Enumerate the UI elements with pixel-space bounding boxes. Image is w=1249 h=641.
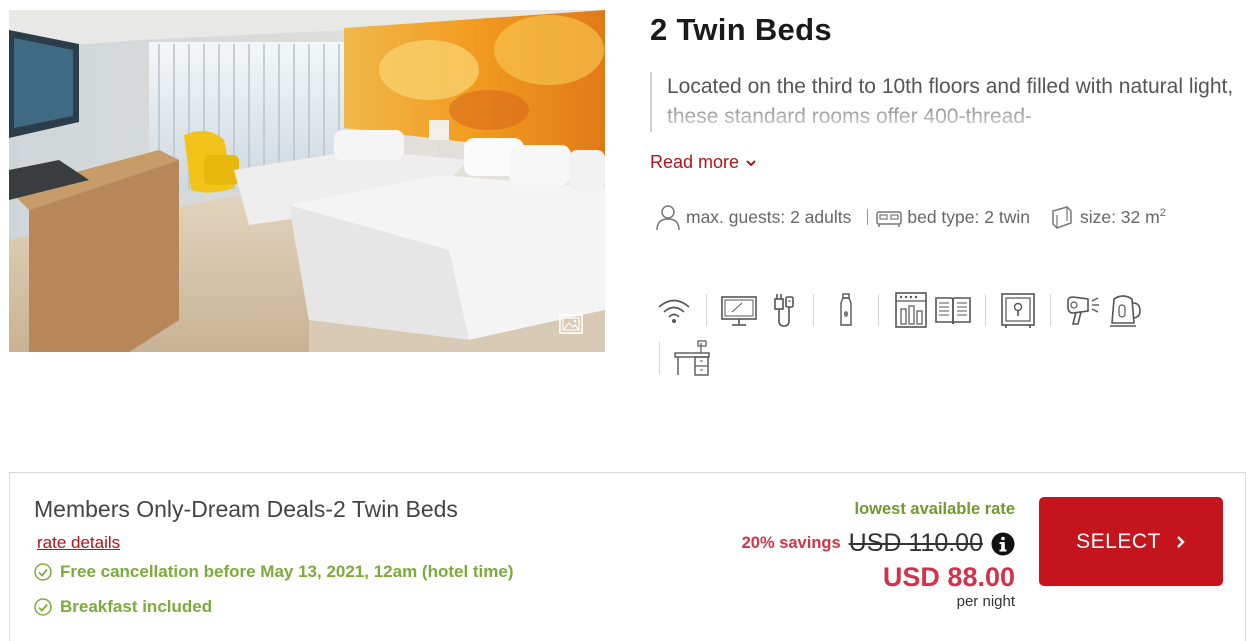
amenity-divider: [813, 294, 814, 326]
desk-icon: [674, 340, 710, 376]
chevron-down-icon: [746, 159, 756, 166]
lowest-rate-label: lowest available rate: [854, 500, 1016, 518]
check-circle-icon: [34, 598, 52, 616]
amenity-kettle: [1104, 290, 1146, 330]
select-button[interactable]: SELECT: [1039, 497, 1223, 586]
tv-icon: [721, 296, 757, 326]
amenity-water: [825, 290, 867, 330]
bed-icon: [876, 211, 903, 227]
per-night-label: per night: [956, 593, 1015, 610]
amenity-safe: [997, 290, 1039, 330]
original-price: USD 110.00: [848, 529, 983, 557]
perk-free-cancellation: Free cancellation before May 13, 2021, 1…: [34, 562, 514, 582]
info-icon[interactable]: [991, 532, 1015, 556]
amenity-desk: [671, 338, 713, 378]
spec-guests: max. guests: 2 adults: [655, 203, 851, 231]
wifi-icon: [658, 299, 690, 323]
book-icon: [935, 297, 971, 325]
rate-name: Members Only-Dream Deals-2 Twin Beds: [34, 496, 458, 522]
hair-dryer-icon: [1067, 296, 1099, 325]
amenities-list: [653, 288, 1213, 380]
spec-spacer: [1040, 209, 1041, 225]
perk-label: Breakfast included: [60, 597, 213, 616]
savings-line: 20% savings USD 110.00: [742, 529, 1015, 558]
amenity-divider: [878, 294, 879, 326]
amenity-hair-dryer: [1062, 290, 1104, 330]
person-icon: [656, 205, 680, 231]
amenity-tv: [718, 290, 760, 330]
amenity-divider: [659, 342, 660, 374]
perk-label: Free cancellation before May 13, 2021, 1…: [60, 562, 514, 581]
current-price: USD 88.00: [882, 562, 1015, 592]
amenity-divider: [1050, 294, 1051, 326]
charger-icon: [774, 294, 794, 327]
spec-size-label: size: 32 m2: [1080, 207, 1166, 228]
room-specs: max. guests: 2 adults bed type: 2 twin s…: [655, 203, 1166, 231]
spec-bed-label: bed type: 2 twin: [907, 206, 1030, 227]
spec-size: size: 32 m2: [1049, 203, 1166, 231]
amenity-divider: [706, 294, 707, 326]
amenity-charger: [760, 290, 802, 330]
room-photo[interactable]: [9, 10, 605, 352]
amenities-row: [653, 336, 1213, 380]
spec-size-unit: 2: [1159, 206, 1166, 219]
select-button-label: SELECT: [1076, 529, 1161, 553]
room-photo-illustration: [9, 10, 605, 352]
amenity-minibar: [890, 290, 932, 330]
spec-guests-label: max. guests: 2 adults: [686, 206, 852, 227]
spec-bed: bed type: 2 twin: [876, 203, 1030, 231]
room-size-icon: [1052, 206, 1072, 229]
chevron-right-icon: [1176, 535, 1185, 548]
water-bottle-icon: [840, 293, 852, 326]
gallery-icon[interactable]: [559, 314, 583, 334]
rate-details-link[interactable]: rate details: [37, 533, 120, 553]
amenity-wifi: [653, 290, 695, 330]
read-more-label: Read more: [650, 152, 740, 172]
spec-separator: [867, 209, 869, 225]
rate-card: Members Only-Dream Deals-2 Twin Beds rat…: [9, 472, 1246, 641]
spec-size-value: size: 32 m: [1079, 206, 1160, 227]
savings-badge: 20% savings: [741, 534, 841, 552]
read-more-link[interactable]: Read more: [650, 152, 757, 173]
check-circle-icon: [34, 563, 52, 581]
room-description: Located on the third to 10th floors and …: [650, 72, 1240, 132]
safe-icon: [1001, 293, 1035, 328]
amenity-divider: [985, 294, 986, 326]
kettle-icon: [1110, 295, 1141, 327]
amenity-book: [932, 290, 974, 330]
perk-breakfast: Breakfast included: [34, 597, 212, 617]
minibar-icon: [895, 292, 927, 328]
room-title: 2 Twin Beds: [650, 12, 832, 47]
amenities-row: [653, 288, 1213, 332]
